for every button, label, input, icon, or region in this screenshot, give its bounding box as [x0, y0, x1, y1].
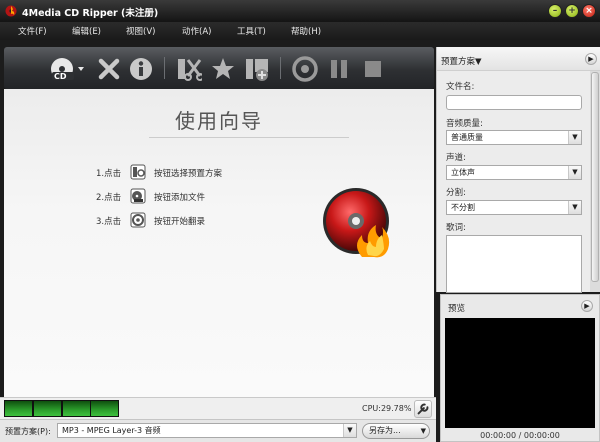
cut-icon — [178, 59, 204, 81]
add-file-icon — [130, 188, 146, 204]
step-number: 3.点击 — [96, 217, 122, 227]
preview-panel: 预览 ▶ 00:00:00 / 00:00:00 — [440, 294, 600, 442]
split-select[interactable]: 不分割 ▼ — [446, 200, 582, 215]
chevron-right-icon[interactable]: ▶ — [581, 300, 593, 312]
menu-file[interactable]: 文件(F) — [18, 25, 47, 37]
lyrics-textarea[interactable] — [446, 235, 582, 293]
info-icon — [130, 58, 152, 80]
pause-button[interactable] — [326, 56, 352, 82]
filename-label: 文件名: — [446, 82, 475, 92]
preset-value: MP3 - MPEG Layer-3 音频 — [62, 426, 161, 435]
window-title: 4Media CD Ripper (未注册) — [22, 8, 159, 19]
split-label: 分割: — [446, 188, 466, 198]
filename-input[interactable] — [446, 95, 582, 110]
status-bar: CPU:29.78% — [0, 397, 436, 419]
preset-menu[interactable]: 预置方案▼ — [441, 55, 482, 67]
remove-icon — [98, 58, 120, 80]
guide-divider — [149, 137, 349, 138]
stop-button[interactable] — [360, 56, 386, 82]
maximize-button[interactable]: + — [565, 4, 579, 18]
close-button[interactable]: × — [582, 4, 596, 18]
remove-button[interactable] — [96, 56, 122, 82]
channel-label: 声道: — [446, 153, 466, 163]
menu-action[interactable]: 动作(A) — [182, 25, 211, 37]
preset-settings-panel: 预置方案▼ ▶ 文件名: 音频质量: 普通质量 ▼ 声道: 立体声 ▼ 分割: … — [436, 47, 600, 293]
add-segment-button[interactable] — [244, 56, 270, 82]
title-bar: 4Media CD Ripper (未注册) – + × — [0, 0, 600, 22]
app-logo-icon — [5, 5, 17, 17]
preset-panel-header: 预置方案▼ ▶ — [437, 47, 600, 71]
preview-time: 00:00:00 / 00:00:00 — [480, 431, 560, 440]
quality-select[interactable]: 普通质量 ▼ — [446, 130, 582, 145]
preset-icon — [130, 164, 146, 180]
level-segment — [34, 401, 61, 416]
chevron-down-icon: ▼ — [343, 424, 356, 437]
minimize-button[interactable]: – — [548, 4, 562, 18]
step-description: 按钮添加文件 — [154, 193, 206, 203]
preview-screen — [445, 318, 595, 428]
info-button[interactable] — [128, 56, 154, 82]
audio-level-meter — [4, 400, 119, 417]
wrench-icon — [417, 403, 429, 415]
preset-select[interactable]: MP3 - MPEG Layer-3 音频 ▼ — [57, 423, 357, 438]
save-as-button[interactable]: 另存为... ▼ — [362, 423, 430, 439]
convert-button[interactable] — [292, 56, 318, 82]
panel-scrollbar[interactable] — [590, 71, 600, 292]
quality-value: 普通质量 — [451, 133, 483, 142]
preview-label: 预览 — [448, 304, 466, 314]
cut-button[interactable] — [176, 56, 204, 82]
step-number: 1.点击 — [96, 169, 122, 179]
quality-label: 音频质量: — [446, 119, 483, 129]
convert-icon — [292, 56, 318, 82]
toolbar-separator — [164, 57, 165, 79]
svg-text:CD: CD — [54, 72, 67, 81]
step-description: 按钮选择预置方案 — [154, 169, 223, 179]
cpu-usage: CPU:29.78% — [362, 404, 412, 413]
level-segment — [5, 401, 32, 416]
menu-help[interactable]: 帮助(H) — [291, 25, 321, 37]
toolbar: CD — [4, 47, 434, 89]
chevron-down-icon: ▼ — [568, 131, 581, 144]
pause-icon — [331, 60, 347, 78]
chevron-down-icon: ▼ — [568, 166, 581, 179]
chevron-right-icon[interactable]: ▶ — [585, 53, 597, 65]
split-value: 不分割 — [451, 203, 475, 212]
chevron-down-icon: ▼ — [568, 201, 581, 214]
channel-value: 立体声 — [451, 168, 475, 177]
stop-icon — [365, 61, 381, 77]
menu-bar: 文件(F) 编辑(E) 视图(V) 动作(A) 工具(T) 帮助(H) — [0, 22, 600, 40]
preset-label: 预置方案(P): — [5, 427, 51, 436]
step-number: 2.点击 — [96, 193, 122, 203]
channel-select[interactable]: 立体声 ▼ — [446, 165, 582, 180]
step-description: 按钮开始翻录 — [154, 217, 206, 227]
effect-icon — [212, 58, 234, 79]
menu-edit[interactable]: 编辑(E) — [72, 25, 101, 37]
scrollbar-thumb[interactable] — [591, 72, 599, 282]
menu-view[interactable]: 视图(V) — [126, 25, 155, 37]
level-segment — [63, 401, 90, 416]
lyrics-label: 歌词: — [446, 223, 466, 233]
start-rip-icon — [130, 212, 146, 228]
level-segment — [91, 401, 118, 416]
add-segment-icon — [246, 59, 268, 81]
guide-panel: 使用向导 1.点击 按钮选择预置方案 2.点击 按钮添加文件 3.点击 按钮开始… — [4, 89, 434, 397]
guide-title: 使用向导 — [175, 109, 263, 133]
menu-tools[interactable]: 工具(T) — [237, 25, 266, 37]
load-cd-button[interactable]: CD — [48, 56, 88, 82]
save-as-label: 另存为... — [369, 426, 401, 435]
chevron-down-icon: ▼ — [420, 427, 426, 435]
effect-button[interactable] — [210, 56, 236, 82]
load-cd-icon: CD — [51, 58, 84, 81]
cd-flame-logo-icon — [323, 188, 390, 258]
settings-button[interactable] — [414, 400, 432, 418]
preset-bar: 预置方案(P): MP3 - MPEG Layer-3 音频 ▼ 另存为... … — [0, 419, 436, 442]
toolbar-separator — [280, 57, 281, 79]
